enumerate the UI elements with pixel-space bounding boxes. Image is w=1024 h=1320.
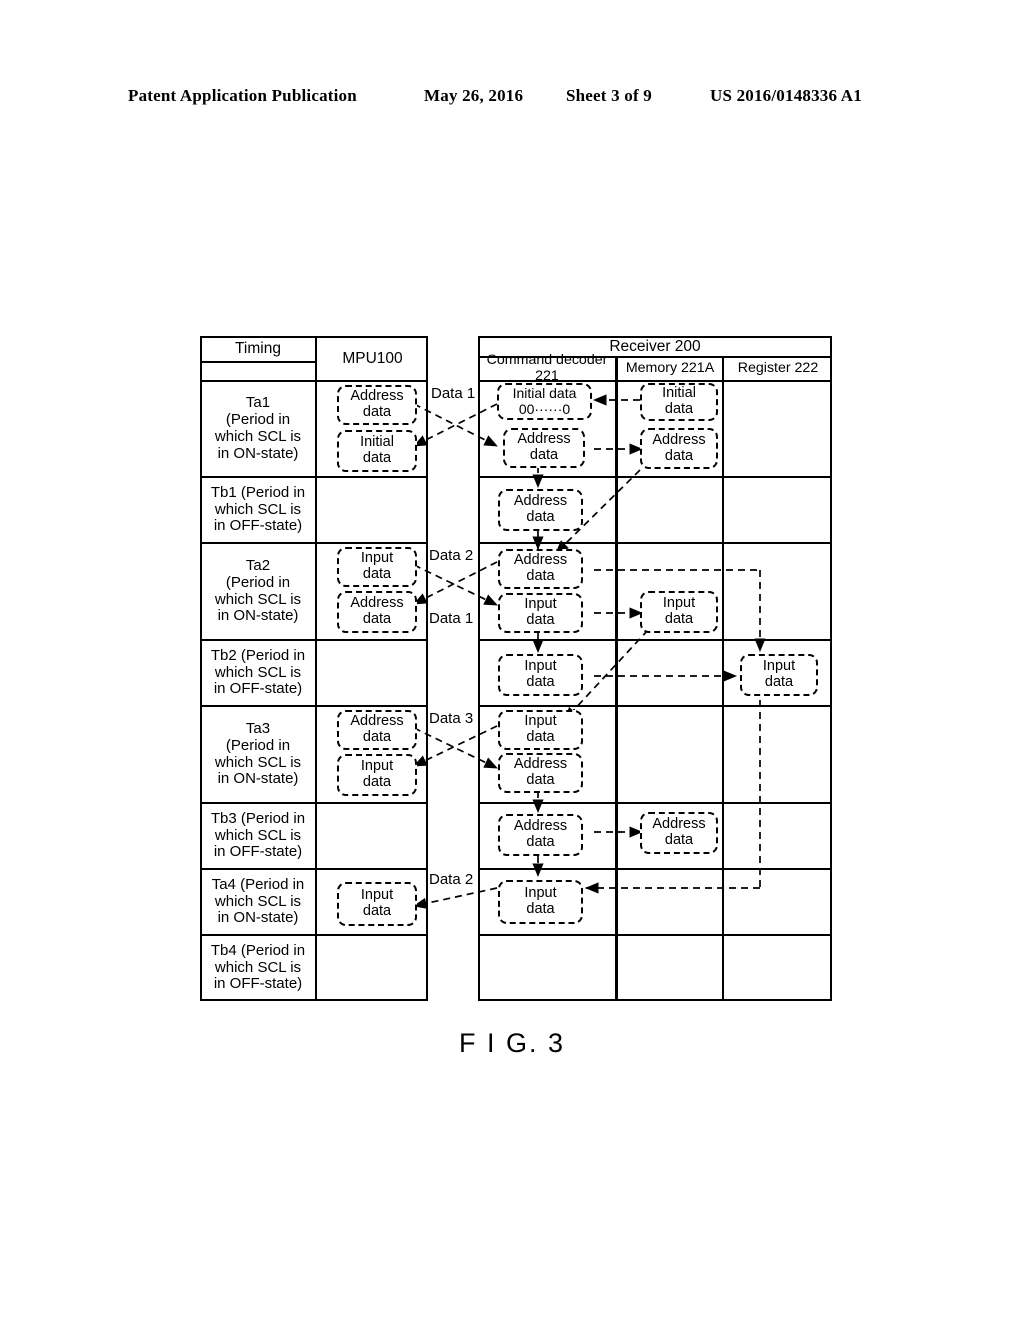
right-table-row-rule bbox=[478, 542, 832, 544]
timing-cell-tb1: Tb1 (Period in which SCL is in OFF-state… bbox=[210, 483, 306, 535]
right-table-row-rule bbox=[478, 705, 832, 707]
timing-cell-tb4: Tb4 (Period in which SCL is in OFF-state… bbox=[210, 941, 306, 993]
mpu-box-ta4-input: Input data bbox=[337, 882, 417, 926]
column-header-register: Register 222 bbox=[737, 360, 819, 377]
decoder-box-ta3-input: Input data bbox=[498, 710, 583, 750]
right-table-row-rule bbox=[478, 802, 832, 804]
memory-box-ta2-input: Input data bbox=[640, 591, 718, 633]
timing-cell-tb2: Tb2 (Period in which SCL is in OFF-state… bbox=[210, 646, 306, 698]
decoder-box-ta3-address: Address data bbox=[498, 753, 583, 793]
figure-3: Timing MPU100 Ta1 (Period in which SCL i… bbox=[0, 0, 1024, 1320]
decoder-box-ta2-address: Address data bbox=[498, 549, 583, 589]
right-table-divider-memory-register bbox=[722, 358, 724, 1001]
mpu-box-ta1-address: Address data bbox=[337, 385, 417, 425]
right-table-row-rule bbox=[478, 868, 832, 870]
right-table-row-rule bbox=[478, 934, 832, 936]
decoder-box-ta4-input: Input data bbox=[498, 880, 583, 924]
memory-box-ta1-address: Address data bbox=[640, 428, 718, 469]
column-header-memory: Memory 221A bbox=[625, 360, 715, 377]
decoder-box-tb1-address: Address data bbox=[498, 489, 583, 531]
column-header-mpu: MPU100 bbox=[342, 350, 403, 368]
mpu-box-ta1-initial: Initial data bbox=[337, 430, 417, 472]
mpu-box-ta2-input: Input data bbox=[337, 547, 417, 587]
mpu-box-ta3-address: Address data bbox=[337, 710, 417, 750]
timing-cell-ta1: Ta1 (Period in which SCL is in ON-state) bbox=[214, 394, 302, 462]
right-table-row-rule bbox=[478, 639, 832, 641]
bus-label-ta2-data2: Data 2 bbox=[428, 547, 475, 564]
bus-label-ta4-data2: Data 2 bbox=[428, 871, 475, 888]
timing-cell-tb3: Tb3 (Period in which SCL is in OFF-state… bbox=[210, 809, 306, 861]
memory-box-ta1-initial: Initial data bbox=[640, 383, 718, 421]
timing-cell-ta4: Ta4 (Period in which SCL is in ON-state) bbox=[211, 875, 305, 927]
bus-label-ta3-data3: Data 3 bbox=[428, 710, 475, 727]
mpu-box-ta2-address: Address data bbox=[337, 591, 417, 633]
decoder-box-tb3-address: Address data bbox=[498, 814, 583, 856]
right-table-row-rule bbox=[478, 476, 832, 478]
register-box-tb2-input: Input data bbox=[740, 654, 818, 696]
right-table-divider-decoder-memory bbox=[615, 358, 618, 1001]
decoder-box-ta1-initial: Initial data 00······0 bbox=[497, 383, 592, 420]
bus-label-ta1-data1: Data 1 bbox=[430, 385, 477, 402]
decoder-box-tb2-input: Input data bbox=[498, 654, 583, 696]
timing-cell-ta3: Ta3 (Period in which SCL is in ON-state) bbox=[214, 719, 302, 788]
figure-label: F I G. 3 bbox=[458, 1028, 566, 1058]
memory-box-tb3-address: Address data bbox=[640, 812, 718, 854]
bus-label-ta2-data1: Data 1 bbox=[428, 610, 475, 627]
decoder-box-ta2-input: Input data bbox=[498, 593, 583, 633]
timing-cell-ta2: Ta2 (Period in which SCL is in ON-state) bbox=[214, 556, 302, 625]
column-header-timing: Timing bbox=[235, 340, 281, 358]
mpu-box-ta3-input: Input data bbox=[337, 754, 417, 796]
decoder-box-ta1-address: Address data bbox=[503, 428, 585, 468]
column-header-command-decoder: Command decoder 221 bbox=[486, 352, 608, 384]
